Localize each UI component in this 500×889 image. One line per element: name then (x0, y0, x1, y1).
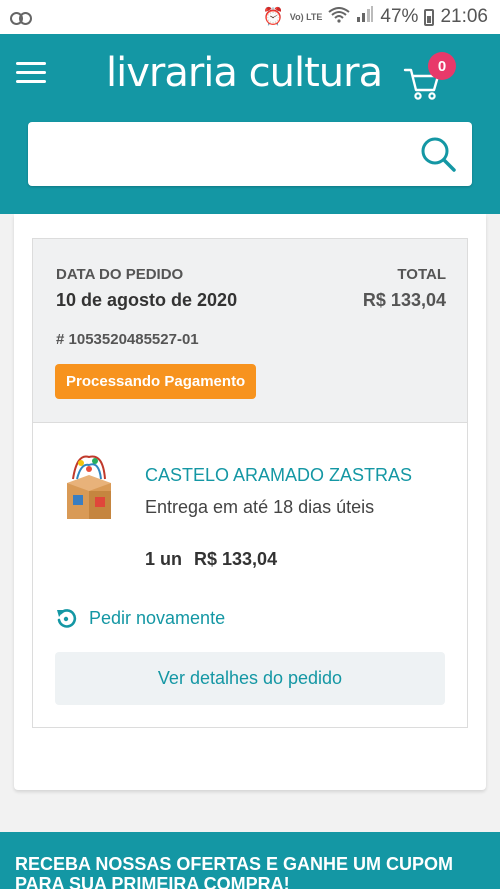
app-header: livraria cultura 0 (0, 34, 500, 214)
status-bar: ⏰ Vo) LTE 47% 21:06 (0, 0, 500, 34)
alarm-icon: ⏰ (262, 7, 284, 26)
item-price: R$ 133,04 (194, 549, 278, 569)
reorder-button[interactable]: Pedir novamente (55, 607, 225, 629)
cart-count-badge: 0 (428, 52, 456, 80)
signal-icon (356, 6, 374, 28)
order-summary: DATA DO PEDIDO 10 de agosto de 2020 TOTA… (33, 239, 467, 423)
newsletter-banner-text: RECEBA NOSSAS OFERTAS E GANHE UM CUPOM P… (15, 854, 454, 889)
order-total-value: R$ 133,04 (362, 290, 446, 310)
clock-time: 21:06 (440, 6, 488, 27)
logo[interactable]: livraria cultura (106, 50, 383, 96)
newsletter-banner: RECEBA NOSSAS OFERTAS E GANHE UM CUPOM P… (0, 832, 500, 889)
search-icon[interactable] (418, 134, 458, 174)
item-quantity: 1 un (145, 549, 183, 569)
status-badge: Processando Pagamento (55, 364, 257, 399)
voicemail-icon (10, 12, 32, 25)
hamburger-icon (16, 62, 46, 65)
product-image[interactable] (59, 449, 119, 525)
battery-percent: 47% (380, 6, 419, 27)
item-quantity-price: 1 un R$ 133,04 (145, 549, 277, 570)
product-name-link[interactable]: CASTELO ARAMADO ZASTRAS (145, 465, 412, 486)
order-date-label: DATA DO PEDIDO (56, 266, 184, 283)
order-total-label: TOTAL (397, 266, 446, 283)
order-card: DATA DO PEDIDO 10 de agosto de 2020 TOTA… (32, 238, 468, 728)
order-date-value: 10 de agosto de 2020 (56, 290, 238, 310)
search-input[interactable] (28, 122, 408, 186)
battery-icon (424, 8, 435, 26)
hamburger-icon-line (16, 71, 46, 74)
orders-panel: DATA DO PEDIDO 10 de agosto de 2020 TOTA… (14, 214, 486, 790)
reorder-label: Pedir novamente (89, 607, 226, 628)
cart-button[interactable]: 0 (402, 52, 458, 104)
order-number: # 1053520485527-01 (56, 331, 199, 348)
volte-icon: Vo) LTE (289, 11, 323, 22)
order-details-button[interactable]: Ver detalhes do pedido (55, 652, 445, 705)
wifi-icon (328, 6, 351, 28)
menu-button[interactable] (16, 62, 46, 84)
delivery-estimate: Entrega em até 18 dias úteis (145, 497, 375, 517)
hamburger-icon-line (16, 80, 46, 83)
refresh-icon (57, 609, 77, 628)
search-bar (28, 122, 472, 186)
